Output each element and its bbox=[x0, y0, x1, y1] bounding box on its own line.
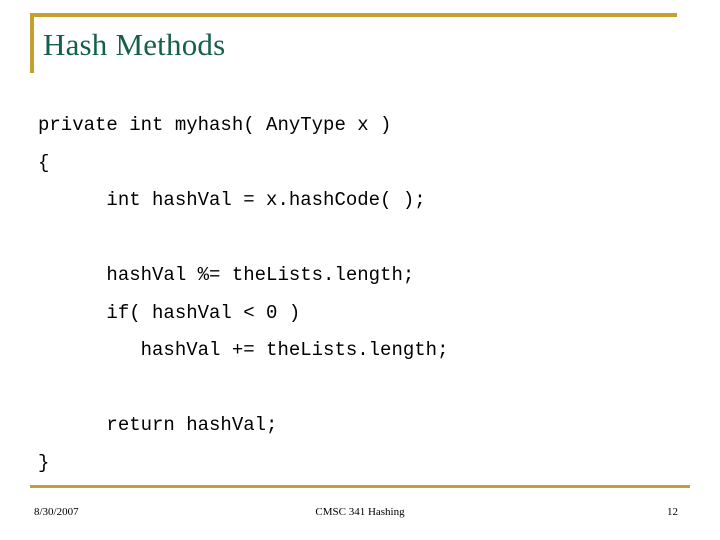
code-line: int hashVal = x.hashCode( ); bbox=[38, 189, 426, 211]
code-line: private int myhash( AnyType x ) bbox=[38, 114, 392, 136]
footer-page-number: 12 bbox=[667, 506, 678, 518]
code-block: private int myhash( AnyType x ) { int has… bbox=[38, 107, 698, 482]
slide: Hash Methods private int myhash( AnyType… bbox=[0, 0, 720, 540]
title-left-rule bbox=[30, 13, 34, 73]
code-line: if( hashVal < 0 ) bbox=[38, 301, 301, 324]
code-line: { bbox=[38, 151, 50, 174]
page-title: Hash Methods bbox=[43, 27, 226, 62]
code-line: hashVal %= theLists.length; bbox=[38, 264, 415, 286]
title-top-rule bbox=[30, 13, 677, 17]
code-line: hashVal += theLists.length; bbox=[38, 339, 449, 361]
code-line: return hashVal; bbox=[38, 414, 278, 436]
footer: 8/30/2007 CMSC 341 Hashing 12 bbox=[30, 504, 690, 524]
code-line: } bbox=[38, 451, 50, 474]
footer-rule bbox=[30, 485, 690, 488]
